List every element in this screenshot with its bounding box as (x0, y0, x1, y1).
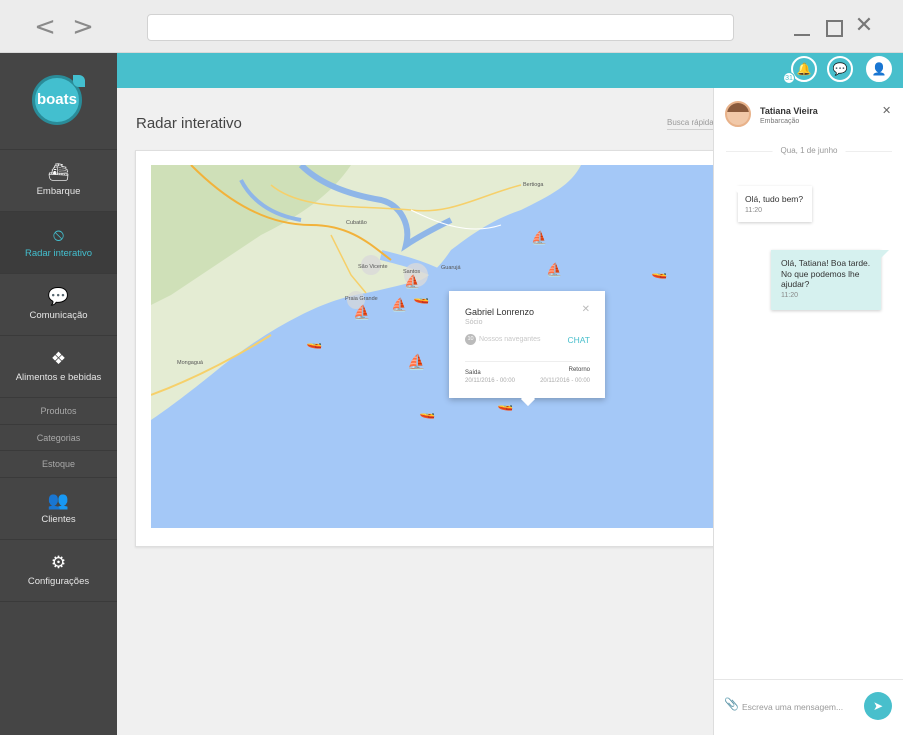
paperclip-icon[interactable]: 📎 (724, 697, 739, 711)
minimize-button[interactable] (790, 14, 814, 38)
forward-button[interactable]: > (68, 12, 98, 42)
logo-area: boats (0, 53, 117, 150)
sidebar-item-label: Alimentos e bebidas (15, 372, 102, 383)
sidebar-subitem-categorias[interactable]: Categorias (0, 425, 117, 451)
date-separator: Qua, 1 de junho (726, 146, 892, 156)
boat-marker[interactable]: ⛵ (531, 231, 547, 246)
main-content: Radar interativo Busca rápida Bertioga C… (117, 88, 735, 735)
map-label-cubatao: Cubatão (346, 220, 367, 226)
map-label-sao-vicente: São Vicente (358, 264, 388, 270)
chat-contact-name: Tatiana Vieira (760, 106, 818, 116)
chat-close-icon[interactable]: ✕ (882, 104, 891, 117)
sidebar-item-clientes[interactable]: 👥 Clientes (0, 478, 117, 540)
popup-return-value: 20/11/2016 - 00:00 (540, 378, 590, 384)
send-button[interactable]: ➤ (864, 692, 892, 720)
gear-icon: ⚙ (50, 552, 67, 573)
boat-marker[interactable]: ⛵ (546, 263, 562, 278)
boat-marker[interactable]: ⛵ (404, 275, 420, 290)
map-label-praia-grande: Praia Grande (345, 296, 378, 302)
sidebar: boats ⛴ Embarque ⦸ Radar interativo 💬 Co… (0, 53, 117, 735)
message-time: 11:20 (745, 206, 762, 214)
map-label-mongagua: Mongaguá (177, 360, 203, 366)
chat-icon[interactable]: 💬 (827, 56, 853, 82)
avatar (725, 101, 751, 127)
map-label-guaruja: Guarujá (441, 265, 461, 271)
popup-close-icon[interactable]: ✕ (582, 304, 590, 315)
popup-name: Gabriel Lonrenzo (465, 307, 535, 317)
browser-chrome: < > ✕ (0, 0, 903, 53)
sidebar-item-label: Clientes (41, 513, 76, 525)
sidebar-item-alimentos[interactable]: ❖ Alimentos e bebidas (0, 336, 117, 398)
boat-marker[interactable]: 🚤 (413, 290, 429, 305)
sidebar-item-configuracoes[interactable]: ⚙ Configurações (0, 540, 117, 602)
sidebar-item-label: Comunicação (29, 310, 88, 321)
popup-departure-label: Saída (465, 370, 481, 376)
message-input[interactable] (742, 700, 850, 714)
popup-departure-value: 20/11/2016 - 00:00 (465, 378, 515, 384)
chat-contact-role: Embarcação (760, 118, 800, 125)
boat-marker[interactable]: ⛵ (391, 298, 407, 313)
page-title: Radar interativo (136, 115, 242, 132)
top-bar: 🔔 31 💬 👤 (117, 53, 903, 88)
dropbox-icon: ❖ (50, 349, 67, 369)
popup-count-badge: 10 (465, 334, 476, 345)
boat-marker[interactable]: 🚤 (497, 397, 513, 412)
sidebar-item-comunicacao[interactable]: 💬 Comunicação (0, 274, 117, 336)
address-bar[interactable] (147, 14, 734, 41)
sidebar-item-label: Embarque (36, 186, 81, 197)
ship-icon: ⛴ (47, 163, 70, 183)
map-card: Bertioga Cubatão São Vicente Santos Prai… (135, 150, 735, 547)
popup-return-label: Retorno (568, 367, 590, 373)
maximize-button[interactable] (822, 14, 846, 38)
boat-marker[interactable]: 🚤 (651, 265, 667, 280)
message-incoming: Olá, tudo bem? 11:20 (731, 186, 812, 222)
boat-info-popup: Gabriel Lonrenzo Sócio ✕ 10 Nossos naveg… (449, 291, 605, 398)
chat-composer: 📎 ➤ (714, 679, 903, 735)
boat-marker[interactable]: 🚤 (306, 335, 322, 350)
map-terrain (151, 165, 581, 420)
back-button[interactable]: < (30, 12, 60, 42)
sidebar-subitem-produtos[interactable]: Produtos (0, 398, 117, 425)
boat-marker[interactable]: 🚤 (419, 405, 435, 420)
message-time: 11:20 (781, 291, 798, 299)
message-text: Olá, Tatiana! Boa tarde. No que podemos … (781, 258, 871, 289)
user-icon[interactable]: 👤 (866, 56, 892, 82)
popup-count-label: Nossos navegantes (479, 336, 541, 343)
message-text: Olá, tudo bem? (745, 194, 804, 204)
boats-logo[interactable]: boats (32, 75, 85, 125)
boat-marker[interactable]: ⛵ (353, 305, 370, 321)
compass-icon: ⦸ (52, 225, 65, 245)
sidebar-subitem-estoque[interactable]: Estoque (0, 451, 117, 478)
radar-map[interactable]: Bertioga Cubatão São Vicente Santos Prai… (151, 165, 714, 528)
popup-status: Sócio (465, 319, 483, 326)
sidebar-item-radar[interactable]: ⦸ Radar interativo (0, 212, 117, 274)
date-label: Qua, 1 de junho (772, 146, 846, 155)
chat-bubbles-icon: 💬 (47, 287, 70, 307)
sidebar-item-label: Configurações (27, 575, 90, 587)
notification-badge: 31 (783, 72, 795, 84)
boat-marker[interactable]: ⛵ (407, 353, 426, 371)
sidebar-item-embarque[interactable]: ⛴ Embarque (0, 150, 117, 212)
message-outgoing: Olá, Tatiana! Boa tarde. No que podemos … (771, 250, 889, 310)
popup-chat-button[interactable]: CHAT (567, 335, 590, 345)
popup-divider (465, 361, 590, 362)
chat-panel: Tatiana Vieira Embarcação ✕ Qua, 1 de ju… (713, 88, 903, 735)
sidebar-item-label: Radar interativo (24, 248, 93, 259)
map-label-bertioga: Bertioga (523, 182, 544, 188)
users-icon: 👥 (47, 490, 70, 511)
window-close-button[interactable]: ✕ (852, 14, 876, 38)
